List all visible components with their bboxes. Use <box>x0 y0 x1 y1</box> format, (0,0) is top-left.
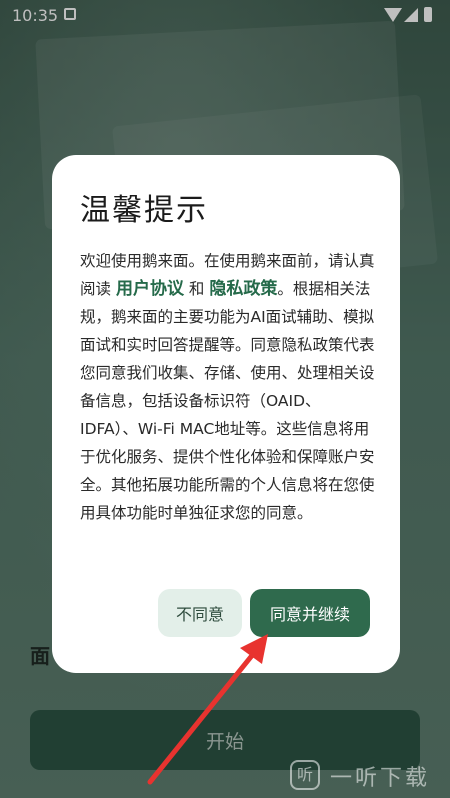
watermark: 听 一听下载 <box>290 758 450 794</box>
watermark-logo-icon: 听 <box>290 760 320 790</box>
arrow-head <box>240 634 268 664</box>
arrow-shaft <box>147 645 261 785</box>
watermark-text: 一听下载 <box>330 766 431 791</box>
annotation-arrow <box>147 634 268 785</box>
